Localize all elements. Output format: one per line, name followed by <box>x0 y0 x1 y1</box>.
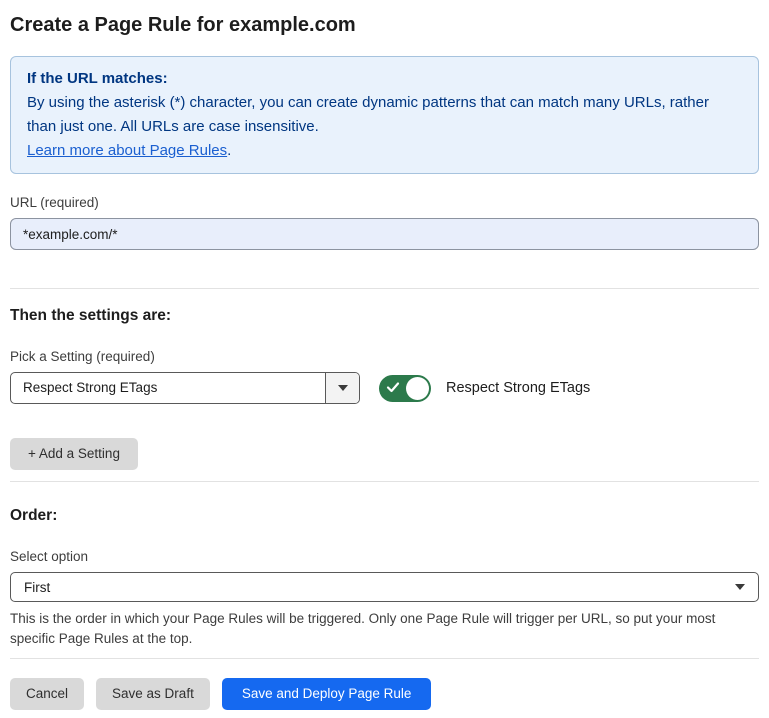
divider <box>10 481 759 482</box>
order-section-heading: Order: <box>10 506 759 526</box>
setting-row: Respect Strong ETags Respect Strong ETag… <box>10 372 759 404</box>
info-box-heading: If the URL matches: <box>27 67 742 91</box>
page-title: Create a Page Rule for example.com <box>10 12 759 38</box>
setting-select[interactable]: Respect Strong ETags <box>10 372 360 404</box>
chevron-down-icon <box>338 385 348 391</box>
page-rule-form: Create a Page Rule for example.com If th… <box>0 0 769 710</box>
order-help-text: This is the order in which your Page Rul… <box>10 609 759 649</box>
setting-toggle[interactable] <box>379 375 431 402</box>
order-select-label: Select option <box>10 548 759 565</box>
checkmark-icon <box>386 380 400 394</box>
setting-picker-label: Pick a Setting (required) <box>10 348 759 365</box>
setting-select-value: Respect Strong ETags <box>11 373 325 403</box>
url-input[interactable] <box>10 218 759 250</box>
url-match-info-box: If the URL matches: By using the asteris… <box>10 56 759 174</box>
save-deploy-button[interactable]: Save and Deploy Page Rule <box>222 678 432 710</box>
url-field-label: URL (required) <box>10 194 759 211</box>
save-draft-button[interactable]: Save as Draft <box>96 678 210 710</box>
info-box-body: By using the asterisk (*) character, you… <box>27 91 742 139</box>
settings-section-heading: Then the settings are: <box>10 306 759 326</box>
link-suffix: . <box>227 142 231 159</box>
setting-select-arrow-button[interactable] <box>325 373 359 403</box>
toggle-label: Respect Strong ETags <box>446 380 590 396</box>
cancel-button[interactable]: Cancel <box>10 678 84 710</box>
add-setting-button[interactable]: + Add a Setting <box>10 438 138 470</box>
toggle-knob <box>406 377 429 400</box>
footer-actions: Cancel Save as Draft Save and Deploy Pag… <box>10 678 759 710</box>
learn-more-link[interactable]: Learn more about Page Rules <box>27 142 227 159</box>
divider <box>10 288 759 289</box>
divider <box>10 658 759 659</box>
info-box-link-line: Learn more about Page Rules. <box>27 139 742 163</box>
order-select[interactable]: First <box>10 572 759 602</box>
order-select-value: First <box>24 580 50 595</box>
chevron-down-icon <box>735 584 745 590</box>
